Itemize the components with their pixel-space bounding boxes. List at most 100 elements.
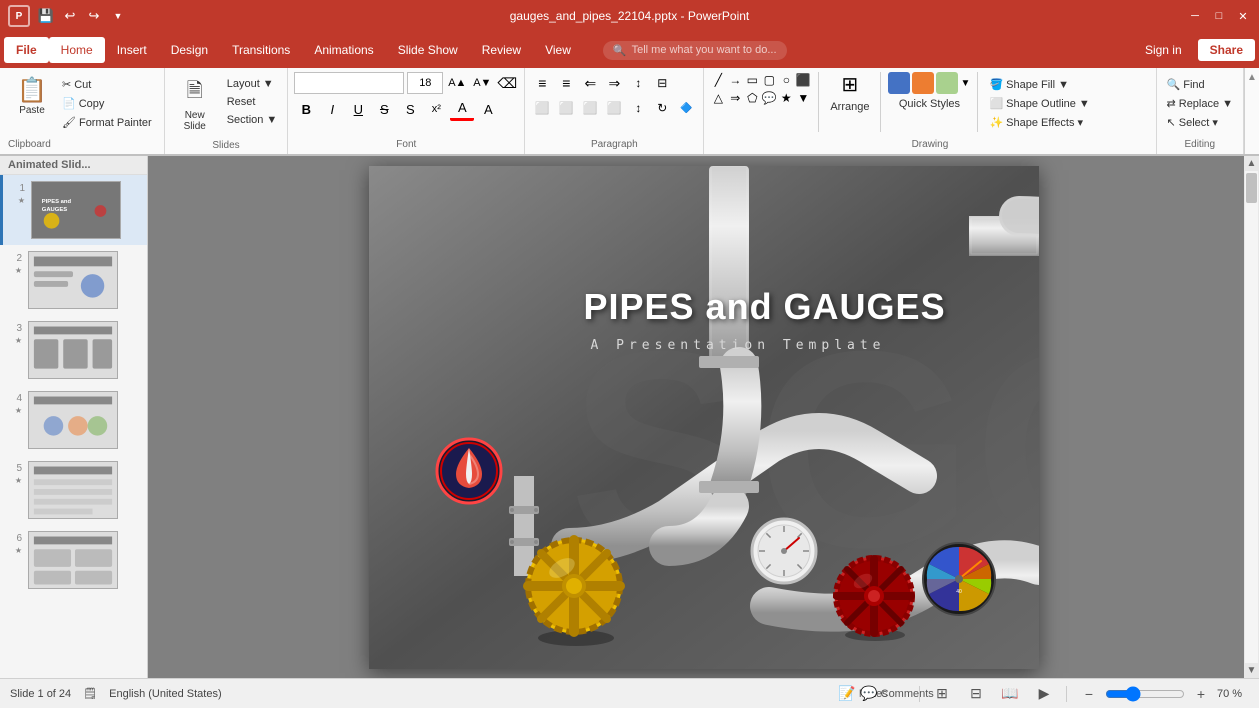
justify-button[interactable]: ⬜ — [603, 97, 625, 119]
slide-thumb-4[interactable]: 4 ★ — [0, 385, 147, 455]
menu-transitions[interactable]: Transitions — [220, 37, 302, 63]
slideshow-view-button[interactable]: ▶ — [1032, 682, 1056, 706]
new-slide-button[interactable]: 🗎 New Slide — [171, 72, 219, 136]
search-box[interactable]: 🔍 Tell me what you want to do... — [603, 41, 787, 60]
redo-button[interactable]: ↪ — [84, 6, 104, 26]
align-left-button[interactable]: ⬜ — [531, 97, 553, 119]
section-button[interactable]: Section ▼ — [223, 112, 282, 128]
underline-button[interactable]: U — [346, 97, 370, 121]
scroll-up-button[interactable]: ▲ — [1245, 156, 1259, 171]
ribbon-collapse-button[interactable]: ▲ — [1244, 68, 1259, 154]
reset-button[interactable]: Reset — [223, 94, 282, 110]
bullet-list-button[interactable]: ≡ — [531, 72, 553, 94]
shape-fill-dropdown[interactable]: ▼ — [1058, 79, 1069, 91]
pentagon-icon[interactable]: ⬠ — [744, 90, 760, 106]
increase-font-button[interactable]: A▲ — [446, 72, 468, 94]
bold-button[interactable]: B — [294, 97, 318, 121]
share-button[interactable]: Share — [1198, 39, 1255, 61]
font-name-input[interactable] — [294, 72, 404, 94]
style3-icon[interactable] — [936, 72, 958, 94]
rtl-button[interactable]: ↕ — [627, 72, 649, 94]
customize-button[interactable]: ▼ — [108, 6, 128, 26]
align-right-button[interactable]: ⬜ — [579, 97, 601, 119]
arrange-button[interactable]: Arrange — [826, 99, 873, 115]
slide-thumb-5[interactable]: 5 ★ — [0, 455, 147, 525]
menu-insert[interactable]: Insert — [105, 37, 159, 63]
menu-review[interactable]: Review — [470, 37, 533, 63]
menu-animations[interactable]: Animations — [302, 37, 385, 63]
scroll-thumb[interactable] — [1246, 173, 1257, 203]
style2-icon[interactable] — [912, 72, 934, 94]
replace-dropdown[interactable]: ▼ — [1222, 98, 1233, 110]
right-arrow-icon[interactable]: ⇒ — [727, 90, 743, 106]
decrease-font-button[interactable]: A▼ — [471, 72, 493, 94]
sign-in-button[interactable]: Sign in — [1137, 39, 1190, 61]
callout-icon[interactable]: 💬 — [761, 90, 777, 106]
minimize-button[interactable]: ─ — [1187, 8, 1203, 24]
convert-to-smartart-button[interactable]: 🔷 — [675, 97, 697, 119]
maximize-button[interactable]: □ — [1211, 8, 1227, 24]
shape-effects-button[interactable]: ✨ Shape Effects ▾ — [985, 114, 1093, 131]
zoom-slider[interactable] — [1105, 686, 1185, 702]
save-button[interactable]: 💾 — [36, 6, 56, 26]
numbered-list-button[interactable]: ≡ — [555, 72, 577, 94]
cut-button[interactable]: ✂ Cut — [58, 76, 156, 93]
layout-button[interactable]: Layout ▼ — [223, 76, 282, 92]
oval-shape-icon[interactable]: ○ — [778, 72, 794, 88]
triangle-shape-icon[interactable]: △ — [710, 90, 726, 106]
find-button[interactable]: 🔍 Find — [1163, 76, 1237, 93]
format-painter-button[interactable]: 🖌 Format Painter — [58, 114, 156, 131]
slide-thumb-1[interactable]: 1 ★ PIPES and GAUGES — [0, 175, 147, 245]
quick-styles-button[interactable]: Quick Styles — [895, 96, 964, 112]
scroll-down-button[interactable]: ▼ — [1245, 663, 1259, 678]
normal-view-button[interactable]: ⊞ — [930, 682, 954, 706]
text-direction-button[interactable]: ↻ — [651, 97, 673, 119]
font-size-display[interactable]: A — [476, 97, 500, 121]
decrease-indent-button[interactable]: ⇐ — [579, 72, 601, 94]
menu-view[interactable]: View — [533, 37, 583, 63]
shape-outline-button[interactable]: ⬜ Shape Outline ▼ — [985, 95, 1093, 112]
shadow-button[interactable]: S — [398, 97, 422, 121]
rect-shape-icon[interactable]: ▭ — [744, 72, 760, 88]
italic-button[interactable]: I — [320, 97, 344, 121]
columns-button[interactable]: ⊟ — [651, 72, 673, 94]
menu-file[interactable]: File — [4, 37, 49, 63]
font-color-button[interactable]: A — [450, 97, 474, 121]
menu-design[interactable]: Design — [159, 37, 220, 63]
menu-slideshow[interactable]: Slide Show — [386, 37, 470, 63]
paste-button[interactable]: 📋 Paste — [8, 72, 56, 120]
menu-home[interactable]: Home — [49, 37, 105, 63]
select-button[interactable]: ↖ Select ▾ — [1163, 114, 1237, 131]
strikethrough-button[interactable]: S — [372, 97, 396, 121]
comments-button[interactable]: 💬 Comments — [885, 682, 909, 706]
arrow-shape-icon[interactable]: → — [727, 72, 743, 88]
font-size-input[interactable] — [407, 72, 443, 94]
slide-sorter-button[interactable]: ⊟ — [964, 682, 988, 706]
dropdown-shapes-icon[interactable]: ▼ — [795, 90, 811, 106]
shape-fill-button[interactable]: 🪣 Shape Fill ▼ — [985, 76, 1093, 93]
line-spacing-button[interactable]: ↕ — [627, 97, 649, 119]
shape-outline-dropdown[interactable]: ▼ — [1079, 98, 1090, 110]
zoom-in-button[interactable]: + — [1189, 682, 1213, 706]
close-button[interactable]: ✕ — [1235, 8, 1251, 24]
undo-button[interactable]: ↩ — [60, 6, 80, 26]
line-shape-icon[interactable]: ╱ — [710, 72, 726, 88]
subscript-button[interactable]: x² — [424, 97, 448, 121]
slide-thumb-2[interactable]: 2 ★ — [0, 245, 147, 315]
increase-indent-button[interactable]: ⇒ — [603, 72, 625, 94]
reading-view-button[interactable]: 📖 — [998, 682, 1022, 706]
more-shapes-icon[interactable]: ⬛ — [795, 72, 811, 88]
rounded-rect-icon[interactable]: ▢ — [761, 72, 777, 88]
zoom-out-button[interactable]: − — [1077, 682, 1101, 706]
star-icon[interactable]: ★ — [778, 90, 794, 106]
paragraph-label: Paragraph — [531, 135, 697, 150]
clear-format-button[interactable]: ⌫ — [496, 72, 518, 94]
section-dropdown-icon: ▼ — [266, 114, 277, 126]
align-center-button[interactable]: ⬜ — [555, 97, 577, 119]
styles-more-icon[interactable]: ▼ — [960, 72, 970, 94]
slide-thumb-3[interactable]: 3 ★ — [0, 315, 147, 385]
copy-button[interactable]: 📄 Copy — [58, 95, 156, 112]
style1-icon[interactable] — [888, 72, 910, 94]
slide-thumb-6[interactable]: 6 ★ — [0, 525, 147, 595]
replace-button[interactable]: ⇄ Replace ▼ — [1163, 95, 1237, 112]
